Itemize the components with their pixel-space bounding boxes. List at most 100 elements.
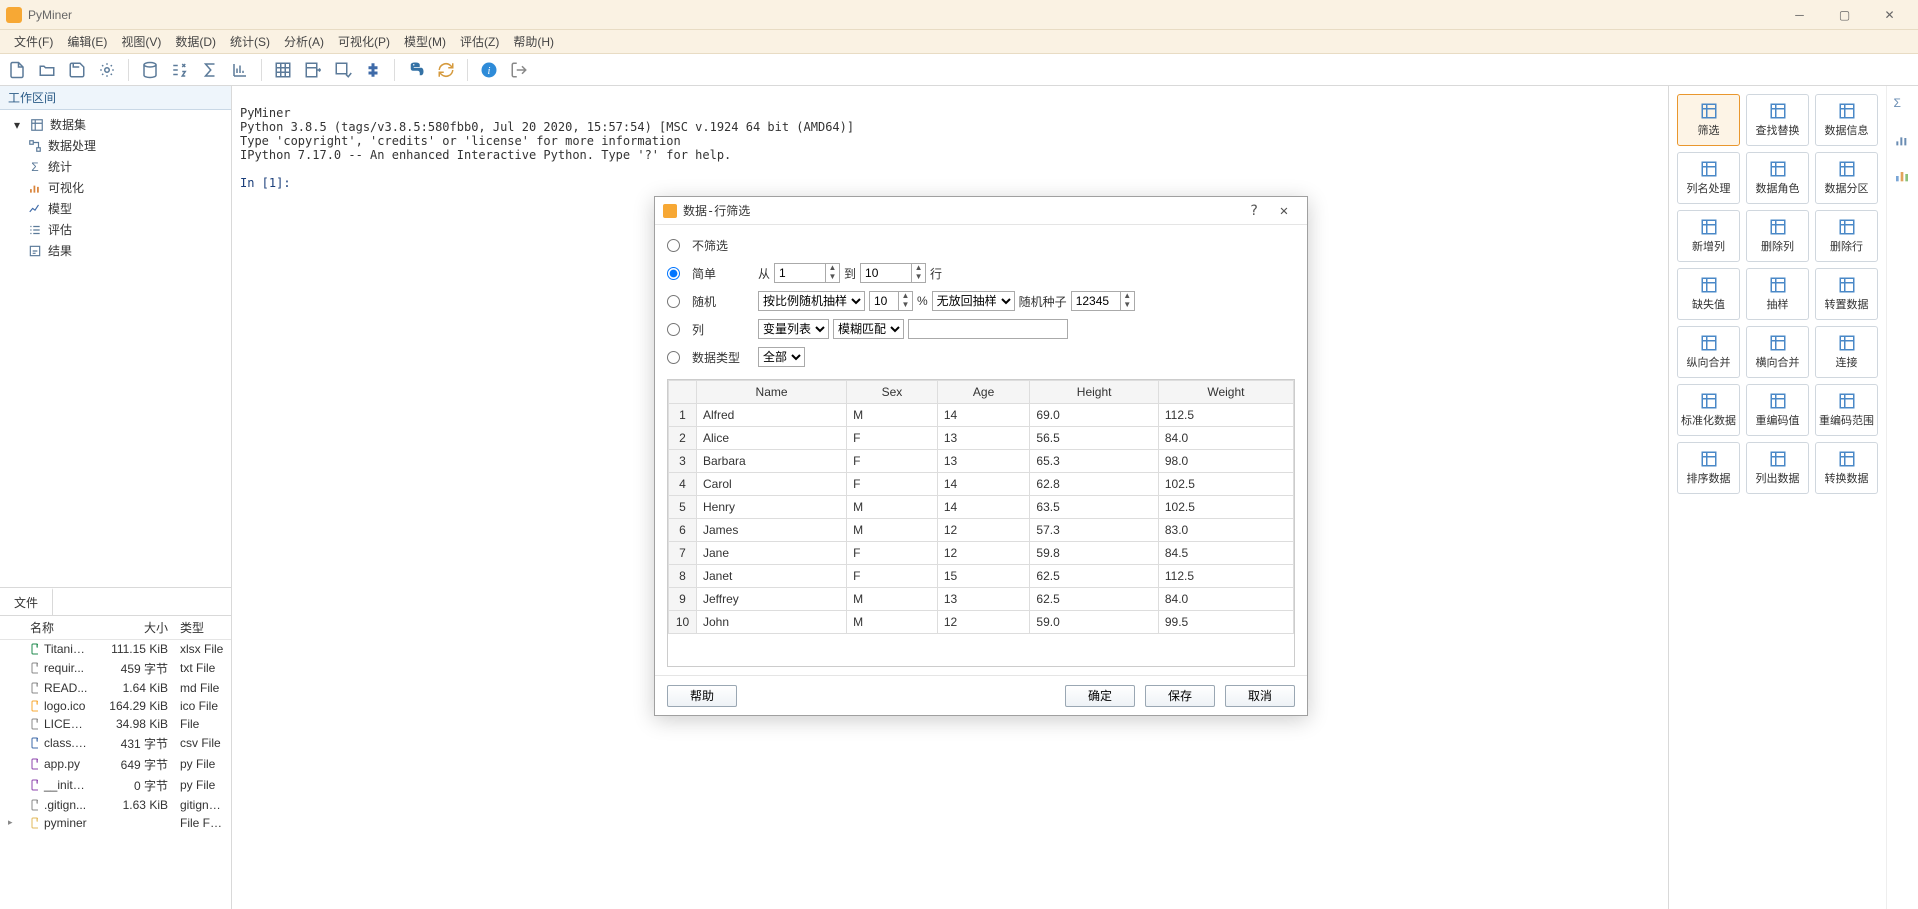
- file-row[interactable]: READ...1.64 KiBmd File: [0, 679, 231, 697]
- settings-icon[interactable]: [96, 59, 118, 81]
- dialog-close-icon[interactable]: ✕: [1269, 203, 1299, 219]
- mini-bar-icon[interactable]: [1894, 168, 1912, 186]
- spin-pct[interactable]: ▲▼: [869, 291, 913, 311]
- sigma-icon[interactable]: Σ: [1894, 96, 1912, 114]
- python-icon[interactable]: [405, 59, 427, 81]
- menu-help[interactable]: 帮助(H): [507, 31, 560, 52]
- ok-button[interactable]: 确定: [1065, 685, 1135, 707]
- tool-data-role[interactable]: 数据角色: [1746, 152, 1809, 204]
- tool-new-col[interactable]: 新增列: [1677, 210, 1740, 262]
- refresh-icon[interactable]: [435, 59, 457, 81]
- spin-down-icon[interactable]: ▼: [912, 273, 925, 282]
- table-row[interactable]: 6JamesM1257.383.0: [669, 519, 1294, 542]
- file-row[interactable]: Titanic...111.15 KiBxlsx File: [0, 640, 231, 658]
- tool-missing[interactable]: 缺失值: [1677, 268, 1740, 320]
- tool-transpose[interactable]: 转置数据: [1815, 268, 1878, 320]
- tree-item-data-process[interactable]: 数据处理: [28, 135, 231, 156]
- file-row[interactable]: logo.ico164.29 KiBico File: [0, 697, 231, 715]
- select-random-method[interactable]: 按比例随机抽样: [758, 291, 865, 311]
- table-row[interactable]: 10JohnM1259.099.5: [669, 611, 1294, 634]
- file-row[interactable]: ▸pyminerFile Folder: [0, 814, 231, 832]
- sort-az-icon[interactable]: [169, 59, 191, 81]
- sigma-icon[interactable]: [199, 59, 221, 81]
- file-row[interactable]: __init__...0 字节py File: [0, 775, 231, 796]
- input-to[interactable]: [861, 264, 911, 282]
- select-replace[interactable]: 无放回抽样: [932, 291, 1015, 311]
- file-row[interactable]: LICENSE34.98 KiBFile: [0, 715, 231, 733]
- menu-data[interactable]: 数据(D): [169, 31, 222, 52]
- tree-item-stats[interactable]: Σ统计: [28, 156, 231, 177]
- tool-sort[interactable]: 排序数据: [1677, 442, 1740, 494]
- input-from[interactable]: [775, 264, 825, 282]
- tool-normalize[interactable]: 标准化数据: [1677, 384, 1740, 436]
- new-file-icon[interactable]: [6, 59, 28, 81]
- spin-to[interactable]: ▲▼: [860, 263, 926, 283]
- table-check-icon[interactable]: [332, 59, 354, 81]
- file-row[interactable]: class.csv431 字节csv File: [0, 733, 231, 754]
- table-row[interactable]: 3BarbaraF1365.398.0: [669, 450, 1294, 473]
- select-var-list[interactable]: 变量列表: [758, 319, 829, 339]
- spin-seed[interactable]: ▲▼: [1071, 291, 1135, 311]
- database-icon[interactable]: [139, 59, 161, 81]
- table-row[interactable]: 9JeffreyM1362.584.0: [669, 588, 1294, 611]
- save-button[interactable]: 保存: [1145, 685, 1215, 707]
- col-header[interactable]: Age: [937, 381, 1030, 404]
- table-row[interactable]: 2AliceF1356.584.0: [669, 427, 1294, 450]
- file-tab[interactable]: 文件: [0, 588, 53, 615]
- tool-h-merge[interactable]: 横向合并: [1746, 326, 1809, 378]
- col-name-header[interactable]: 名称: [24, 619, 94, 636]
- tool-sample[interactable]: 抽样: [1746, 268, 1809, 320]
- help-button[interactable]: 帮助: [667, 685, 737, 707]
- col-type-header[interactable]: 类型: [174, 619, 231, 636]
- table-row[interactable]: 5HenryM1463.5102.5: [669, 496, 1294, 519]
- tool-v-merge[interactable]: 纵向合并: [1677, 326, 1740, 378]
- menu-stats[interactable]: 统计(S): [224, 31, 276, 52]
- spin-down-icon[interactable]: ▼: [899, 301, 912, 310]
- tree-root-dataset[interactable]: ▾ 数据集: [10, 114, 231, 135]
- mini-chart-icon[interactable]: [1894, 132, 1912, 150]
- tool-find-replace[interactable]: 查找替换: [1746, 94, 1809, 146]
- tool-convert[interactable]: 转换数据: [1815, 442, 1878, 494]
- tree-item-model[interactable]: 模型: [28, 198, 231, 219]
- tool-col-name[interactable]: 列名处理: [1677, 152, 1740, 204]
- col-header[interactable]: Weight: [1158, 381, 1293, 404]
- exit-icon[interactable]: [508, 59, 530, 81]
- select-match[interactable]: 模糊匹配: [833, 319, 904, 339]
- tree-item-eval[interactable]: 评估: [28, 219, 231, 240]
- tool-del-col[interactable]: 删除列: [1746, 210, 1809, 262]
- menu-analysis[interactable]: 分析(A): [278, 31, 330, 52]
- console-area[interactable]: PyMiner Python 3.8.5 (tags/v3.8.5:580fbb…: [232, 86, 1668, 909]
- menu-viz[interactable]: 可视化(P): [332, 31, 396, 52]
- spin-down-icon[interactable]: ▼: [826, 273, 839, 282]
- radio-simple[interactable]: [667, 267, 680, 280]
- table-row[interactable]: 8JanetF1562.5112.5: [669, 565, 1294, 588]
- tool-filter[interactable]: 筛选: [1677, 94, 1740, 146]
- open-folder-icon[interactable]: [36, 59, 58, 81]
- dialog-help-icon[interactable]: ?: [1239, 203, 1269, 219]
- dialog-titlebar[interactable]: 数据-行筛选 ? ✕: [655, 197, 1307, 225]
- file-row[interactable]: app.py649 字节py File: [0, 754, 231, 775]
- menu-edit[interactable]: 编辑(E): [61, 31, 113, 52]
- radio-none[interactable]: [667, 239, 680, 252]
- menu-file[interactable]: 文件(F): [8, 31, 59, 52]
- file-row[interactable]: .gitign...1.63 KiBgitignore Fi: [0, 796, 231, 814]
- radio-random[interactable]: [667, 295, 680, 308]
- maximize-button[interactable]: ▢: [1822, 0, 1867, 30]
- table-row[interactable]: 4CarolF1462.8102.5: [669, 473, 1294, 496]
- col-header[interactable]: Height: [1030, 381, 1158, 404]
- menu-eval[interactable]: 评估(Z): [454, 31, 505, 52]
- tool-recode-val[interactable]: 重编码值: [1746, 384, 1809, 436]
- tree-item-result[interactable]: 结果: [28, 240, 231, 261]
- radio-column[interactable]: [667, 323, 680, 336]
- col-header[interactable]: Sex: [847, 381, 938, 404]
- select-dtype[interactable]: 全部: [758, 347, 805, 367]
- menu-model[interactable]: 模型(M): [398, 31, 452, 52]
- chart-icon[interactable]: [229, 59, 251, 81]
- tool-data-partition[interactable]: 数据分区: [1815, 152, 1878, 204]
- table-row[interactable]: 1AlfredM1469.0112.5: [669, 404, 1294, 427]
- info-icon[interactable]: i: [478, 59, 500, 81]
- cancel-button[interactable]: 取消: [1225, 685, 1295, 707]
- file-row[interactable]: requir...459 字节txt File: [0, 658, 231, 679]
- spin-down-icon[interactable]: ▼: [1121, 301, 1134, 310]
- tool-col-out[interactable]: 列出数据: [1746, 442, 1809, 494]
